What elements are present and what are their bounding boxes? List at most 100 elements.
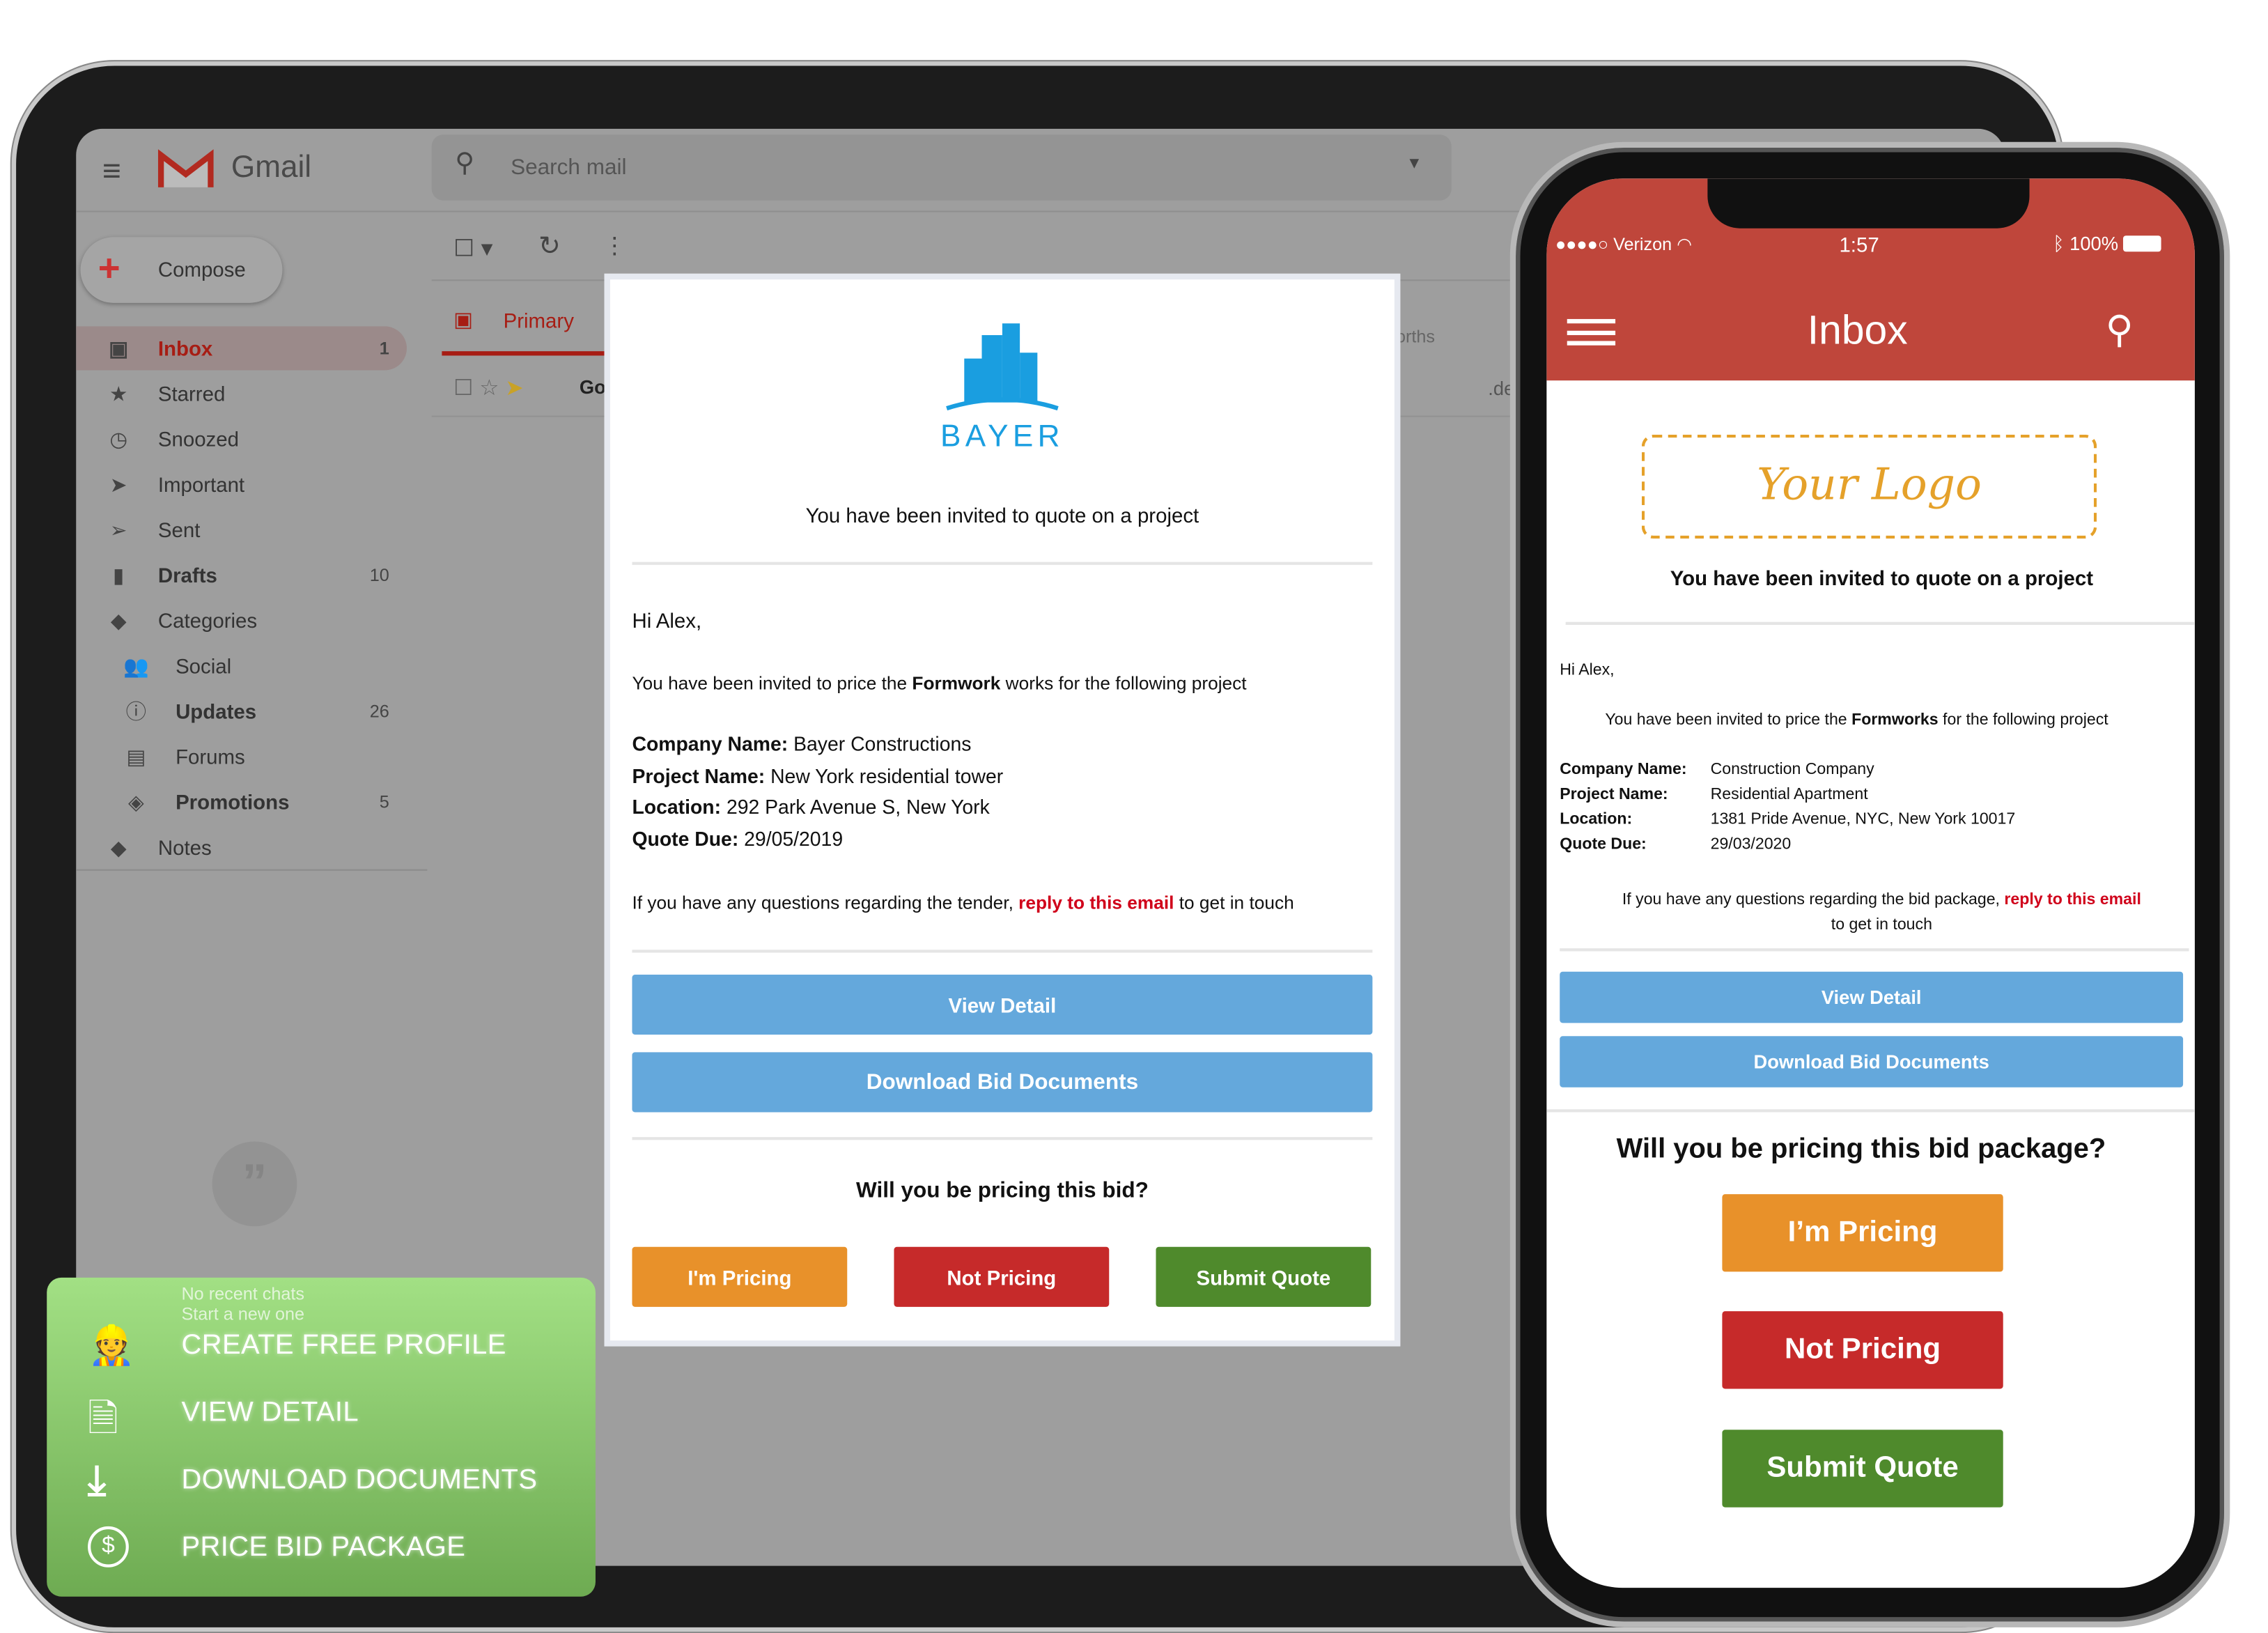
not-pricing-button[interactable]: Not Pricing [894, 1246, 1110, 1307]
view-detail-button[interactable]: View Detail [1560, 971, 2184, 1023]
label-icon: ◆ [110, 835, 127, 859]
view-detail-button[interactable]: View Detail [632, 974, 1373, 1035]
send-icon: ➢ [109, 517, 127, 541]
questions-text: If you have any questions regarding the … [632, 892, 1294, 913]
project-detail-label: Quote Due: [1560, 835, 1647, 853]
sidebar-item-updates[interactable]: ⓘ Updates 26 [76, 689, 407, 733]
info-icon: ⓘ [125, 699, 147, 723]
menu-icon[interactable]: ≡ [102, 152, 121, 190]
sidebar-item-starred[interactable]: ★ Starred [76, 372, 407, 416]
tag-icon: ◈ [128, 789, 144, 813]
battery-icon [2123, 235, 2162, 252]
project-detail-value: Residential Apartment [1710, 786, 1868, 804]
pricing-question: Will you be pricing this bid? [855, 1177, 1149, 1203]
sidebar-item-social[interactable]: 👥 Social [76, 644, 407, 688]
intro-text: You have been invited to price the Formw… [1605, 711, 2108, 729]
project-detail-value: 1381 Pride Avenue, NYC, New York 10017 [1710, 810, 2016, 828]
sidebar-item-count: 1 [379, 338, 389, 359]
feature-create-profile[interactable]: CREATE FREE PROFILE [181, 1330, 506, 1362]
sidebar-item-label: Important [157, 472, 245, 497]
sidebar-item-label: Forums [176, 745, 245, 768]
phone-notch [1707, 178, 2030, 229]
sidebar-item-label: Drafts [157, 563, 217, 587]
not-pricing-button[interactable]: Not Pricing [1722, 1311, 2003, 1389]
sidebar-item-drafts[interactable]: ▮ Drafts 10 [76, 553, 407, 597]
tab-primary-label: Primary [503, 309, 574, 332]
search-options-icon[interactable]: ▼ [1406, 155, 1422, 173]
carrier-status: ●●●●○ Verizon ◠ [1555, 234, 1693, 255]
bluetooth-icon: ᛒ [2053, 232, 2065, 255]
search-input[interactable]: Search mail [511, 155, 626, 180]
phone-header: ●●●●○ Verizon ◠ 1:57 ᛒ 100% Inbox ⚲ [1546, 178, 2195, 381]
sidebar-item-count: 10 [369, 564, 389, 586]
sidebar-item-snoozed[interactable]: ◷ Snoozed [76, 417, 407, 461]
compose-label: Compose [157, 257, 246, 281]
feature-view-detail[interactable]: VIEW DETAIL [181, 1398, 359, 1430]
sidebar-item-forums[interactable]: ▤ Forums [76, 735, 407, 779]
submit-quote-button[interactable]: Submit Quote [1156, 1246, 1372, 1307]
wifi-icon: ◠ [1677, 234, 1693, 255]
reply-link[interactable]: reply to this email [2004, 891, 2141, 908]
download-bid-documents-button[interactable]: Download Bid Documents [1560, 1036, 2184, 1088]
draft-icon: ▮ [113, 562, 125, 587]
compose-button[interactable]: + Compose [80, 237, 283, 303]
sidebar-item-notes[interactable]: ◆ Notes [76, 826, 407, 869]
battery-status: ᛒ 100% [2053, 232, 2162, 255]
important-icon: ➤ [109, 472, 127, 496]
chat-empty-text: No recent chats [181, 1283, 305, 1304]
project-detail-row: Company Name: Bayer Constructions [632, 733, 972, 755]
chat-empty-subtext: Start a new one [181, 1303, 305, 1325]
partial-text: orths [1395, 326, 1436, 347]
sidebar-item-label: Inbox [157, 336, 213, 360]
hangouts-icon: ” [212, 1141, 297, 1227]
submit-quote-button[interactable]: Submit Quote [1722, 1430, 2003, 1508]
sidebar-item-count: 5 [379, 791, 389, 812]
project-detail-value: Construction Company [1710, 761, 1874, 779]
im-pricing-button[interactable]: I’m Pricing [1722, 1194, 2003, 1272]
more-icon[interactable]: ⋮ [603, 231, 626, 261]
bayer-buildings-logo [946, 323, 1059, 411]
sidebar-item-label: Starred [157, 382, 226, 405]
sidebar-item-count: 26 [369, 701, 389, 722]
refresh-icon[interactable]: ↻ [538, 231, 561, 262]
sidebar-item-label: Snoozed [157, 427, 239, 451]
sidebar-item-inbox[interactable]: ▣ Inbox 1 [76, 326, 407, 371]
feature-price-bid-package[interactable]: PRICE BID PACKAGE [181, 1532, 465, 1564]
sidebar-item-important[interactable]: ➤ Important [76, 463, 407, 506]
bayer-brand-name: BAYER [940, 419, 1064, 454]
email-row-sender[interactable]: Go [580, 376, 606, 398]
sidebar-item-label: Updates [176, 699, 257, 723]
greeting: Hi Alex, [632, 608, 702, 633]
inbox-icon: ▣ [109, 336, 129, 359]
sidebar-item-categories[interactable]: ◆ Categories [76, 598, 407, 642]
phone-screen: ●●●●○ Verizon ◠ 1:57 ᛒ 100% Inbox ⚲ Your… [1546, 178, 2195, 1588]
download-bid-documents-button[interactable]: Download Bid Documents [632, 1052, 1373, 1113]
im-pricing-button[interactable]: I'm Pricing [632, 1246, 848, 1307]
row-checkbox[interactable]: ☐ ☆ ➤ [453, 375, 523, 401]
project-detail-row: Location: 292 Park Avenue S, New York [632, 796, 990, 819]
document-search-icon: 🗎 [88, 1395, 118, 1440]
reply-link[interactable]: reply to this email [1018, 892, 1174, 913]
tab-primary[interactable]: ▣ Primary [442, 281, 618, 357]
search-icon[interactable]: ⚲ [455, 148, 474, 178]
sidebar-item-label: Sent [157, 518, 201, 542]
email-preview-card: BAYER You have been invited to quote on … [604, 273, 1401, 1347]
label-icon: ◆ [110, 607, 127, 632]
select-checkbox[interactable]: ☐ ▾ [453, 234, 492, 263]
sidebar-item-promotions[interactable]: ◈ Promotions 5 [76, 780, 407, 824]
project-detail-label: Company Name: [1560, 761, 1687, 779]
features-panel: No recent chats Start a new one 👷 CREATE… [47, 1277, 596, 1597]
plus-icon: + [98, 245, 121, 290]
search-bar[interactable]: ⚲ Search mail ▼ [431, 134, 1452, 201]
sidebar-item-label: Promotions [176, 790, 290, 814]
nav-divider [76, 869, 428, 871]
sidebar-item-label: Categories [157, 608, 258, 633]
questions-text: If you have any questions regarding the … [1622, 891, 2141, 934]
sidebar-item-sent[interactable]: ➢ Sent [76, 508, 407, 552]
project-detail-label: Location: [1560, 810, 1633, 828]
feature-download-documents[interactable]: DOWNLOAD DOCUMENTS [181, 1465, 537, 1497]
your-logo-placeholder: Your Logo [1641, 434, 2097, 539]
search-icon[interactable]: ⚲ [2106, 307, 2134, 353]
clock-icon: ◷ [109, 426, 127, 450]
dollar-circle-icon: $ [88, 1526, 129, 1568]
